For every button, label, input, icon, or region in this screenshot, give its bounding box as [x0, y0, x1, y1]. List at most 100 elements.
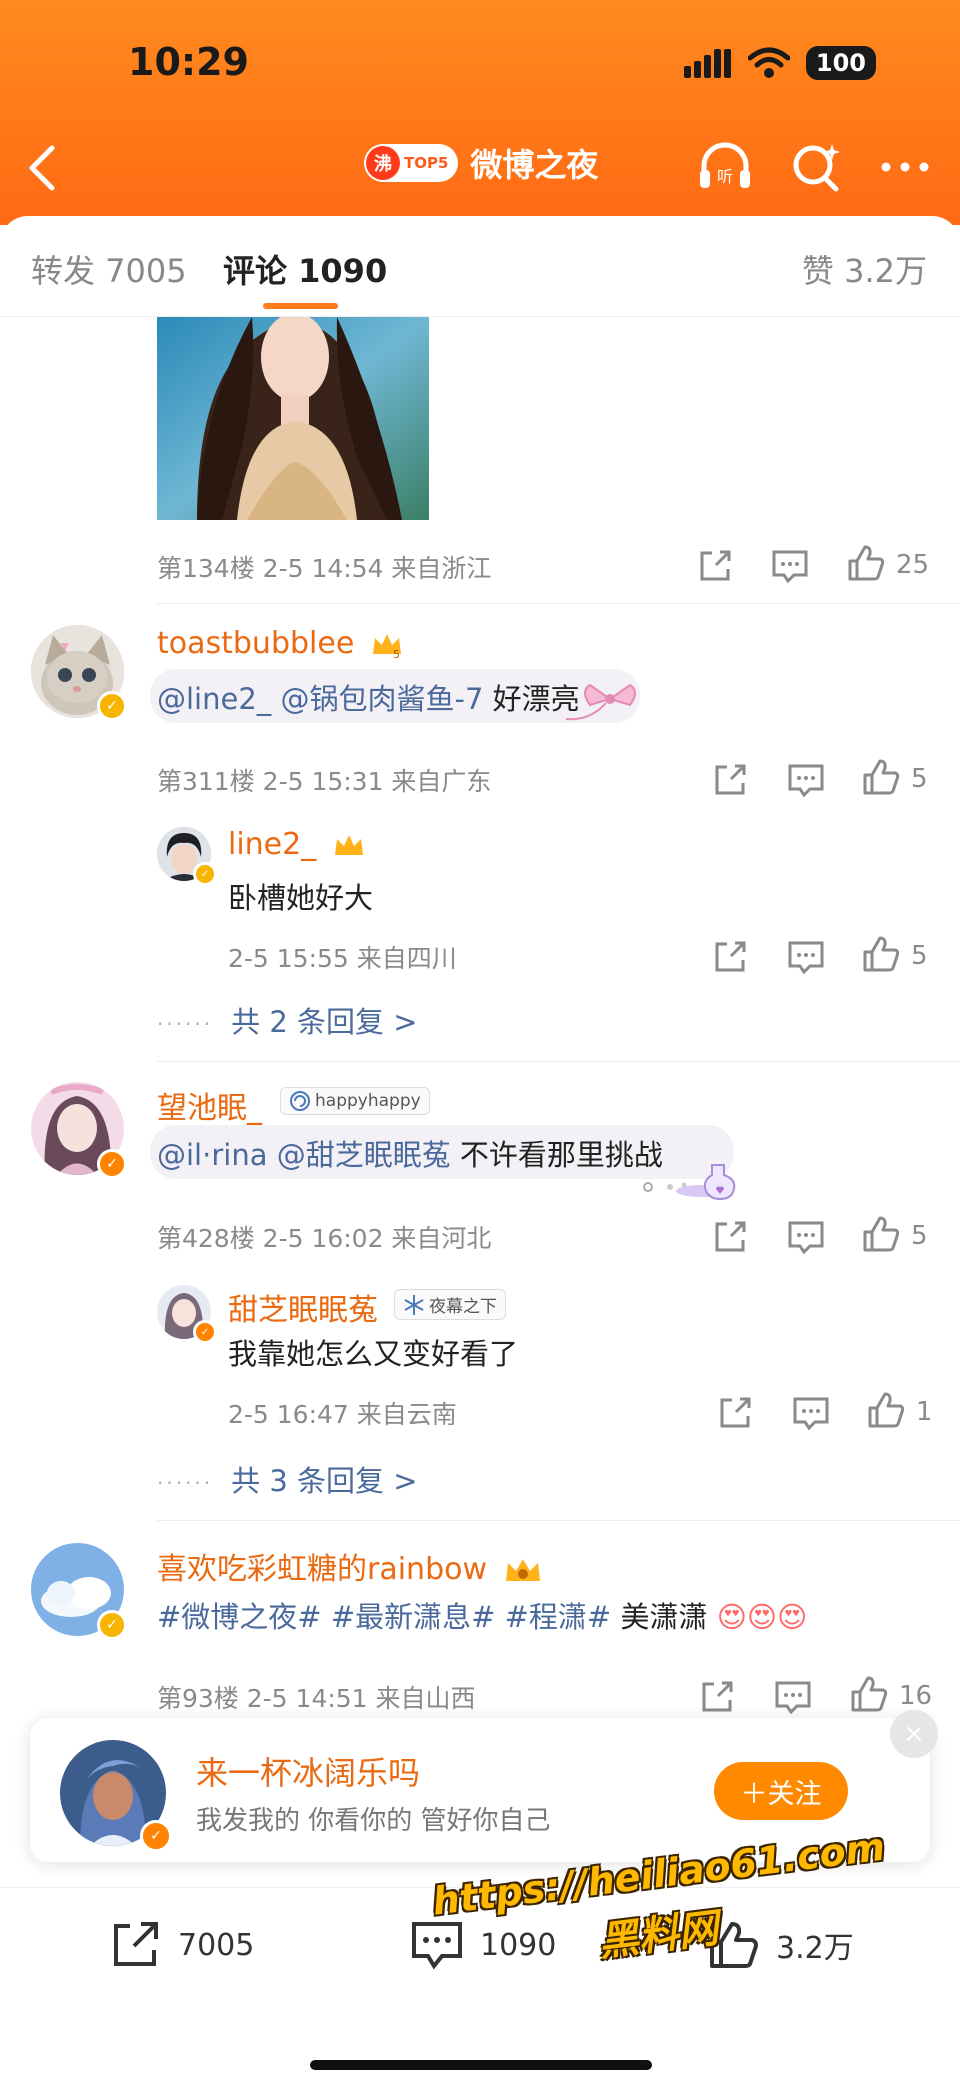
comment-meta: 第428楼 2-5 16:02 来自河北 — [157, 1224, 492, 1253]
reply-icon[interactable] — [773, 1678, 813, 1716]
verified-badge: ✓ — [97, 1149, 127, 1179]
comment-meta: 第134楼 2-5 14:54 来自浙江 — [157, 554, 492, 583]
suggested-user-name[interactable]: 来一杯冰阔乐吗 — [196, 1748, 420, 1794]
comment-text: @line2_ @锅包肉酱鱼-7 好漂亮 — [157, 676, 580, 718]
like-action[interactable]: 3.2万 — [706, 1918, 854, 1972]
tab-repost[interactable]: 转发 7005 — [31, 246, 187, 292]
share-icon[interactable] — [711, 938, 749, 976]
more-replies-link[interactable]: ······ 共 3 条回复 > — [157, 1458, 418, 1500]
divider — [157, 1520, 960, 1521]
reply-icon[interactable] — [786, 761, 826, 799]
crown-level-icon — [334, 834, 363, 855]
comment-count: 1090 — [480, 1927, 557, 1963]
like-icon[interactable] — [866, 1390, 906, 1430]
verified-badge: ✓ — [97, 691, 127, 721]
share-icon[interactable] — [696, 547, 734, 585]
share-icon[interactable] — [711, 761, 749, 799]
bottom-action-bar: 7005 1090 3.2万 — [0, 1887, 960, 2082]
dots-decoration: ······ — [157, 1012, 214, 1036]
battery-indicator: 100 — [805, 46, 876, 80]
comment-feed[interactable]: 第134楼 2-5 14:54 来自浙江 25 ✓ toastbubblee 5… — [0, 317, 960, 1887]
reply-username[interactable]: line2_ — [228, 827, 366, 862]
like-icon[interactable] — [861, 934, 901, 974]
like-count-total: 3.2万 — [776, 1931, 854, 1966]
follow-button[interactable]: ＋关注 — [714, 1762, 848, 1820]
verified-badge: ✓ — [97, 1610, 127, 1640]
reply-icon[interactable] — [786, 1218, 826, 1256]
comment-action[interactable]: 1090 — [408, 1918, 556, 1972]
fan-tag-text: happyhappy — [315, 1091, 421, 1111]
dots-decoration: ······ — [157, 1471, 214, 1495]
more-replies-text: 共 3 条回复 > — [231, 1464, 418, 1498]
reply-icon[interactable] — [786, 938, 826, 976]
like-icon[interactable] — [861, 757, 901, 797]
like-count: 25 — [896, 550, 930, 580]
like-icon[interactable] — [846, 543, 886, 583]
username[interactable]: toastbubblee 5 — [157, 626, 404, 661]
listen-headphone-icon[interactable]: 听 — [696, 138, 754, 196]
username-text: toastbubblee — [157, 626, 355, 661]
comment-text: #微博之夜# #最新潇息# #程潇# 美潇潇 😍😍😍 — [157, 1594, 807, 1636]
username-text: 望池眠_ — [157, 1091, 262, 1126]
repost-action[interactable]: 7005 — [108, 1918, 254, 1972]
comment-body: 好漂亮 — [492, 682, 580, 716]
reply-meta: 2-5 15:55 来自四川 — [228, 944, 457, 973]
verified-badge: ✓ — [193, 862, 217, 886]
share-icon[interactable] — [711, 1218, 749, 1256]
reply-username[interactable]: 甜芝眠眠菟 — [228, 1285, 378, 1329]
like-count: 5 — [911, 764, 928, 794]
emoji-hearts-icon: 😍😍😍 — [716, 1600, 808, 1634]
mention-link[interactable]: @甜芝眠眠菟 — [277, 1138, 451, 1172]
comment-body: 美潇潇 — [620, 1600, 708, 1634]
detail-tabs: 转发 7005 评论 1090 赞 3.2万 — [0, 216, 960, 317]
more-replies-text: 共 2 条回复 > — [231, 1005, 418, 1039]
divider — [157, 603, 960, 604]
mention-link[interactable]: @锅包肉酱鱼-7 — [281, 682, 484, 716]
follow-suggestion-card[interactable]: ✓ 来一杯冰阔乐吗 我发我的 你看你的 管好你自己 ＋关注 × — [30, 1710, 938, 1862]
fan-tag-text: 夜幕之下 — [429, 1297, 497, 1317]
username-text: 喜欢吃彩虹糖的rainbow — [157, 1552, 487, 1587]
page-title: 微博之夜 — [470, 146, 599, 184]
comment-icon — [412, 1922, 462, 1970]
snowflake-icon — [404, 1294, 424, 1315]
close-icon[interactable]: × — [890, 1710, 938, 1758]
back-arrow-icon[interactable] — [20, 140, 64, 196]
repost-icon — [114, 1922, 158, 1966]
comment-meta: 第93楼 2-5 14:51 来自山西 — [157, 1684, 476, 1713]
username[interactable]: 喜欢吃彩虹糖的rainbow — [157, 1544, 543, 1588]
suggested-user-bio: 我发我的 你看你的 管好你自己 — [196, 1806, 551, 1836]
reply-username-text: line2_ — [228, 827, 317, 862]
home-indicator[interactable] — [310, 2060, 652, 2070]
crown-level-icon — [505, 1558, 540, 1581]
search-sparkle-icon[interactable] — [788, 138, 846, 196]
reply-meta: 2-5 16:47 来自云南 — [228, 1400, 457, 1429]
fan-tag-badge: happyhappy — [280, 1087, 430, 1115]
tab-like[interactable]: 赞 3.2万 — [802, 246, 927, 292]
reply-username-text: 甜芝眠眠菟 — [228, 1293, 378, 1328]
comment-image[interactable] — [157, 317, 429, 520]
verified-badge: ✓ — [140, 1820, 172, 1852]
active-tab-indicator — [263, 303, 338, 309]
comment-meta: 第311楼 2-5 15:31 来自广东 — [157, 767, 492, 796]
reply-text: 卧槽她好大 — [228, 881, 374, 915]
share-icon[interactable] — [698, 1678, 736, 1716]
reply-icon[interactable] — [791, 1394, 831, 1432]
crown-level-icon: 5 — [372, 633, 401, 660]
tab-comment[interactable]: 评论 1090 — [223, 246, 387, 292]
like-count: 5 — [911, 941, 928, 971]
like-icon[interactable] — [861, 1214, 901, 1254]
hashtag-links[interactable]: #微博之夜# #最新潇息# #程潇# — [157, 1600, 611, 1634]
nav-title[interactable]: 沸 TOP5 微博之夜 — [364, 140, 598, 186]
like-thumb-icon — [710, 1922, 758, 1968]
share-icon[interactable] — [716, 1394, 754, 1432]
username[interactable]: 望池眠_ — [157, 1083, 262, 1127]
like-icon[interactable] — [849, 1674, 889, 1714]
mention-link[interactable]: @line2_ — [157, 682, 271, 716]
more-replies-link[interactable]: ······ 共 2 条回复 > — [157, 999, 418, 1041]
header: 10:29 100 沸 TOP5 微博之夜 听 — [0, 0, 960, 225]
mention-link[interactable]: @il·rina — [157, 1138, 267, 1172]
reply-icon[interactable] — [770, 547, 810, 585]
top5-badge: 沸 TOP5 — [364, 144, 459, 182]
more-options-icon[interactable] — [876, 138, 934, 196]
svg-text:听: 听 — [717, 167, 733, 186]
